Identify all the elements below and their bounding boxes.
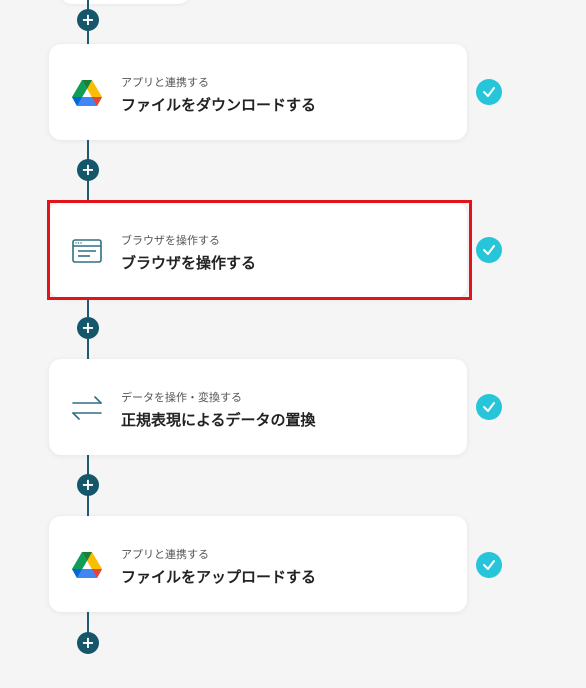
completed-check-icon xyxy=(476,79,502,105)
add-step-button[interactable]: + xyxy=(77,9,99,31)
completed-check-icon xyxy=(476,237,502,263)
previous-step-card[interactable] xyxy=(60,0,190,4)
swap-arrows-icon xyxy=(71,392,103,424)
add-step-button[interactable]: + xyxy=(77,474,99,496)
completed-check-icon xyxy=(476,552,502,578)
step-title: ファイルをダウンロードする xyxy=(121,96,317,114)
step-category: アプリと連携する xyxy=(121,548,209,561)
step-category: データを操作・変換する xyxy=(121,391,242,404)
add-step-button[interactable]: + xyxy=(77,159,99,181)
step-card-upload[interactable]: アプリと連携する ファイルをアップロードする xyxy=(49,516,467,612)
step-title: 正規表現によるデータの置換 xyxy=(121,411,316,429)
completed-check-icon xyxy=(476,394,502,420)
step-card-regex[interactable]: データを操作・変換する 正規表現によるデータの置換 xyxy=(49,359,467,455)
step-category: アプリと連携する xyxy=(121,76,209,89)
google-drive-icon xyxy=(71,549,103,581)
step-title: ファイルをアップロードする xyxy=(121,568,317,586)
add-step-button[interactable]: + xyxy=(77,632,99,654)
add-step-button[interactable]: + xyxy=(77,317,99,339)
step-card-download[interactable]: アプリと連携する ファイルをダウンロードする xyxy=(49,44,467,140)
selection-highlight xyxy=(47,200,472,300)
google-drive-icon xyxy=(71,77,103,109)
